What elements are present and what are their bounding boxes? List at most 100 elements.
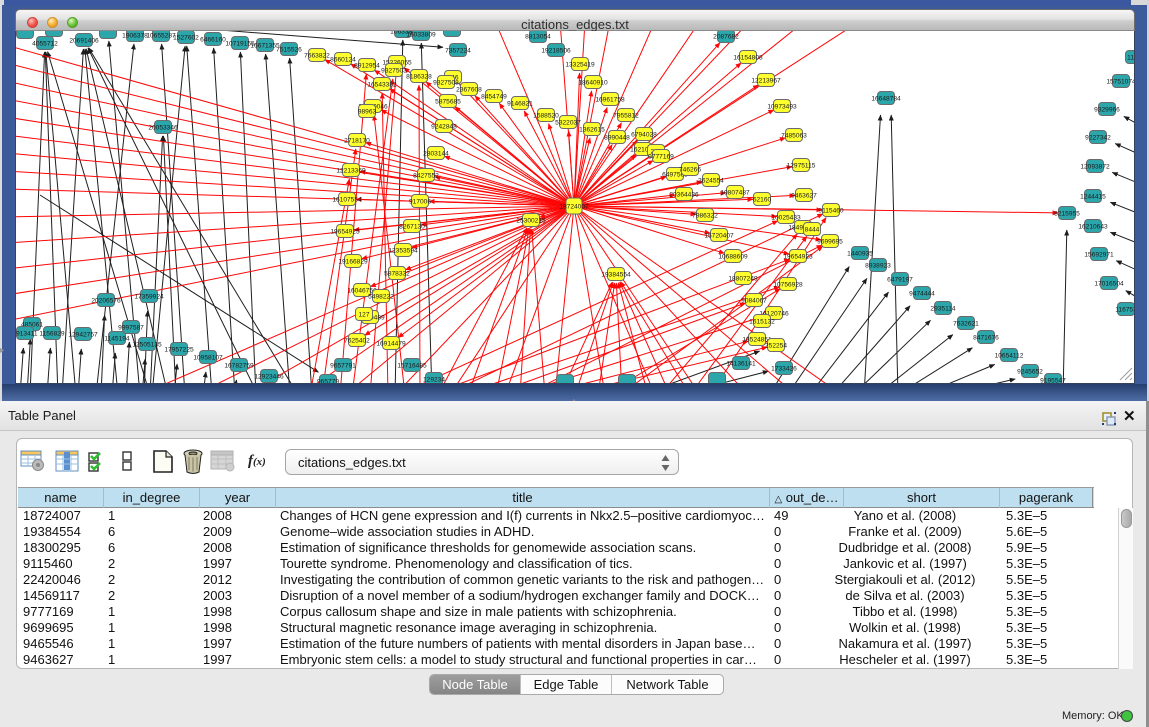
svg-text:2087682: 2087682 xyxy=(713,33,739,40)
svg-text:9327508: 9327508 xyxy=(433,79,459,86)
svg-text:12505135: 12505135 xyxy=(132,341,162,348)
svg-text:3913411: 3913411 xyxy=(15,330,38,337)
svg-text:1440935: 1440935 xyxy=(847,250,873,257)
svg-text:8990448: 8990448 xyxy=(604,134,630,141)
svg-text:9699695: 9699695 xyxy=(817,238,843,245)
svg-text:2935114: 2935114 xyxy=(930,305,956,312)
svg-text:1156829: 1156829 xyxy=(39,330,65,337)
svg-text:2803144: 2803144 xyxy=(423,150,449,157)
svg-text:8444: 8444 xyxy=(805,226,820,233)
svg-text:2367608: 2367608 xyxy=(456,86,482,93)
svg-text:1588520: 1588520 xyxy=(533,112,559,119)
svg-text:1615132: 1615132 xyxy=(749,318,775,325)
svg-text:8215955: 8215955 xyxy=(1054,210,1080,217)
svg-text:16033809: 16033809 xyxy=(406,31,436,38)
svg-text:746266: 746266 xyxy=(679,166,701,173)
svg-text:9463627: 9463627 xyxy=(791,192,817,199)
svg-text:7955812: 7955812 xyxy=(613,112,639,119)
svg-text:1244415: 1244415 xyxy=(1080,193,1106,200)
svg-text:16107554: 16107554 xyxy=(332,196,362,203)
svg-text:3624554: 3624554 xyxy=(698,177,724,184)
svg-text:15716485: 15716485 xyxy=(397,362,427,369)
svg-text:10655287: 10655287 xyxy=(146,32,176,39)
svg-text:1733426: 1733426 xyxy=(771,365,797,372)
svg-text:129234: 129234 xyxy=(423,376,445,383)
svg-text:20053346: 20053346 xyxy=(148,124,178,131)
svg-text:17359924: 17359924 xyxy=(134,293,164,300)
svg-text:12213967: 12213967 xyxy=(751,77,781,84)
svg-text:16782759: 16782759 xyxy=(224,362,254,369)
svg-text:16210643: 16210643 xyxy=(1078,223,1108,230)
svg-text:1906378: 1906378 xyxy=(122,32,148,39)
svg-text:19654923: 19654923 xyxy=(783,253,813,260)
svg-text:9084067: 9084067 xyxy=(741,297,767,304)
svg-text:127: 127 xyxy=(358,311,369,318)
svg-text:8267130: 8267130 xyxy=(399,223,425,230)
svg-text:8938923: 8938923 xyxy=(865,262,891,269)
svg-text:252254: 252254 xyxy=(765,342,787,349)
svg-text:15751074: 15751074 xyxy=(1106,78,1135,85)
svg-text:12213369: 12213369 xyxy=(336,167,366,174)
svg-text:18724007: 18724007 xyxy=(559,203,589,210)
svg-text:116753: 116753 xyxy=(1115,306,1135,313)
svg-text:17016504: 17016504 xyxy=(1094,280,1124,287)
svg-text:6479197: 6479197 xyxy=(887,276,913,283)
svg-text:8427552: 8427552 xyxy=(413,172,439,179)
svg-text:9146821: 9146821 xyxy=(507,100,533,107)
svg-text:19166829: 19166829 xyxy=(338,258,368,265)
svg-text:7485063: 7485063 xyxy=(781,132,807,139)
svg-text:7357224: 7357224 xyxy=(445,47,471,54)
svg-text:8186328: 8186328 xyxy=(406,73,432,80)
svg-text:10756928: 10756928 xyxy=(773,281,803,288)
svg-text:20691406: 20691406 xyxy=(69,37,99,44)
svg-text:5498222: 5498222 xyxy=(368,293,394,300)
svg-text:9227342: 9227342 xyxy=(1085,134,1111,141)
svg-text:5875685: 5875685 xyxy=(435,98,461,105)
svg-text:19384554: 19384554 xyxy=(601,271,631,278)
svg-text:8471676: 8471676 xyxy=(973,334,999,341)
svg-text:20364436: 20364436 xyxy=(669,191,699,198)
svg-text:12942757: 12942757 xyxy=(68,331,98,338)
svg-text:1117: 1117 xyxy=(1127,54,1135,61)
svg-text:7986322: 7986322 xyxy=(692,212,718,219)
svg-text:6794028: 6794028 xyxy=(631,131,657,138)
svg-text:4055712: 4055712 xyxy=(32,40,58,47)
svg-text:13325419: 13325419 xyxy=(565,61,595,68)
svg-text:7663822: 7663822 xyxy=(304,52,330,59)
svg-text:16961758: 16961758 xyxy=(595,96,625,103)
svg-text:25300215: 25300215 xyxy=(516,217,546,224)
svg-text:7515526: 7515526 xyxy=(276,46,302,53)
svg-text:62160: 62160 xyxy=(753,196,772,203)
svg-text:9245652: 9245652 xyxy=(1017,368,1043,375)
svg-text:965779: 965779 xyxy=(317,378,339,383)
svg-text:20206576: 20206576 xyxy=(91,297,121,304)
svg-text:8454749: 8454749 xyxy=(481,93,507,100)
svg-text:1362615: 1362615 xyxy=(579,126,605,133)
svg-text:16914479: 16914479 xyxy=(376,340,406,347)
svg-text:7625402: 7625402 xyxy=(344,337,370,344)
svg-text:8813054: 8813054 xyxy=(525,33,551,40)
svg-text:16543382: 16543382 xyxy=(367,81,397,88)
svg-text:5878332: 5878332 xyxy=(384,270,410,277)
svg-text:9474444: 9474444 xyxy=(909,290,935,297)
svg-text:18807249: 18807249 xyxy=(728,275,758,282)
svg-text:1527602: 1527602 xyxy=(173,34,199,41)
svg-text:9115460: 9115460 xyxy=(818,207,844,214)
svg-text:9657791: 9657791 xyxy=(330,362,356,369)
svg-text:9327503: 9327503 xyxy=(381,67,407,74)
svg-text:16648784: 16648784 xyxy=(871,95,901,102)
svg-text:6466160: 6466160 xyxy=(200,36,226,43)
svg-text:5322037: 5322037 xyxy=(555,119,581,126)
svg-text:7632621: 7632621 xyxy=(953,320,979,327)
svg-text:17957225: 17957225 xyxy=(164,346,194,353)
svg-text:14136141: 14136141 xyxy=(726,360,756,367)
svg-text:15720407: 15720407 xyxy=(704,232,734,239)
svg-text:10654112: 10654112 xyxy=(995,352,1024,359)
svg-text:917006: 917006 xyxy=(409,198,431,205)
svg-text:12975115: 12975115 xyxy=(787,162,816,169)
svg-text:19654925: 19654925 xyxy=(330,228,360,235)
svg-text:15692971: 15692971 xyxy=(1084,251,1114,258)
svg-text:12923446: 12923446 xyxy=(254,373,284,380)
svg-text:16154808: 16154808 xyxy=(733,54,763,61)
svg-text:10688609: 10688609 xyxy=(718,253,748,260)
